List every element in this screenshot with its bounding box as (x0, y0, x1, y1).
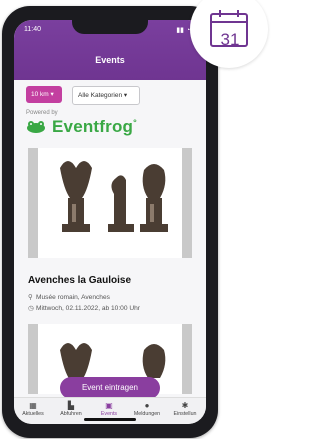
event-location-text: Musée romain, Avenches (36, 294, 110, 301)
tab-einstellungen[interactable]: ✱ Einstellun (166, 401, 204, 417)
page-title: Events (95, 55, 125, 65)
megaphone-icon: ● (144, 401, 150, 410)
calendar-icon: ▣ (105, 401, 113, 410)
calendar-day-number: 31 (220, 30, 240, 49)
tab-bar: ▦ Aktuelles ▙ Abfuhren ▣ Events ● Meldun… (14, 397, 206, 424)
event-location: ⚲ Musée romain, Avenches (28, 293, 110, 301)
powered-by-label: Powered by (26, 110, 58, 116)
tab-label: Aktuelles (22, 411, 44, 417)
app-header: 11:40 ▮▮ ◔ ▮ Events (14, 20, 206, 80)
tab-label: Einstellun (173, 411, 197, 417)
truck-icon: ▙ (67, 401, 75, 410)
distance-filter[interactable]: 10 km ▾ (26, 86, 62, 103)
tab-label: Abfuhren (60, 411, 82, 417)
sculpture-illustration (60, 161, 168, 232)
clock-icon: ◷ (28, 305, 34, 312)
brand-wordmark: Eventfrog° (52, 117, 137, 136)
tab-aktuelles[interactable]: ▦ Aktuelles (14, 401, 52, 417)
category-filter[interactable]: Alle Kategorien ▾ (72, 86, 140, 105)
status-time: 11:40 (24, 26, 41, 33)
tab-label: Events (100, 411, 118, 417)
add-event-button[interactable]: Event eintragen (60, 377, 160, 399)
tab-abfuhren[interactable]: ▙ Abfuhren (52, 401, 90, 417)
event-image[interactable] (28, 148, 192, 258)
location-pin-icon: ⚲ (28, 294, 33, 301)
tab-label: Meldungen (133, 411, 161, 417)
gear-icon: ✱ (181, 401, 189, 410)
home-indicator (84, 418, 136, 421)
frog-icon (27, 121, 45, 133)
home-icon: ▦ (29, 401, 37, 410)
event-datetime-text: Mittwoch, 02.11.2022, ab 10:00 Uhr (36, 305, 140, 312)
event-datetime: ◷ Mittwoch, 02.11.2022, ab 10:00 Uhr (28, 304, 140, 312)
phone-frame: 11:40 ▮▮ ◔ ▮ Events 10 km ▾ Alle Kategor… (2, 6, 218, 438)
app-screen: 11:40 ▮▮ ◔ ▮ Events 10 km ▾ Alle Kategor… (14, 20, 206, 424)
tab-meldungen[interactable]: ● Meldungen (128, 401, 166, 417)
event-title[interactable]: Avenches la Gauloise (28, 275, 131, 286)
status-bar: 11:40 ▮▮ ◔ ▮ (24, 26, 196, 36)
tab-events[interactable]: ▣ Events (90, 401, 128, 417)
